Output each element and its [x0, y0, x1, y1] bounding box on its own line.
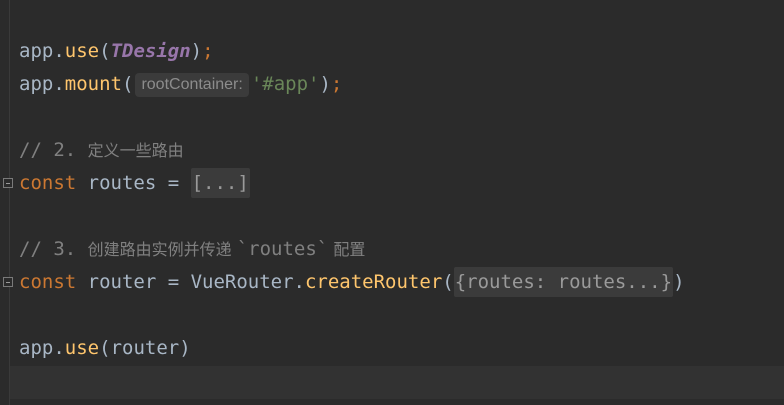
identifier-app: app	[19, 337, 54, 359]
method-use: use	[64, 40, 100, 62]
paren-open: (	[121, 73, 134, 95]
code-line-comment-3[interactable]: // 3. 创建路由实例并传递 `routes` 配置	[19, 233, 365, 266]
paren-close: )	[673, 271, 685, 293]
comment-text-end: 配置	[328, 240, 366, 259]
keyword-const: const	[19, 172, 77, 194]
dot: .	[53, 337, 65, 359]
method-use: use	[64, 337, 100, 359]
paren-open: (	[99, 337, 111, 359]
identifier-app: app	[19, 73, 54, 95]
comment-code: `routes`	[236, 238, 329, 260]
paren-close: )	[319, 73, 331, 95]
dot: .	[53, 40, 65, 62]
paren-close: )	[179, 337, 191, 359]
code-line-comment-2[interactable]: // 2. 定义一些路由	[19, 134, 184, 167]
code-line-1[interactable]: app.use(TDesign);	[19, 35, 214, 68]
code-line-2[interactable]: app.mount(rootContainer: '#app');	[19, 68, 342, 101]
paren-open: (	[99, 40, 111, 62]
parameter-hint: rootContainer:	[135, 73, 249, 97]
paren-open: (	[442, 271, 454, 293]
fold-expand-icon[interactable]	[3, 277, 13, 287]
routes-declaration: routes =	[76, 172, 191, 194]
gutter-divider	[9, 0, 10, 405]
semicolon: ;	[202, 40, 214, 62]
code-line-routes[interactable]: const routes = [...]	[19, 167, 250, 200]
comment-text: 创建路由实例并传递	[87, 240, 237, 259]
semicolon: ;	[330, 73, 343, 95]
identifier-router: router	[110, 337, 180, 359]
dot: .	[53, 73, 65, 95]
method-create-router: createRouter	[304, 271, 443, 293]
current-line-highlight	[10, 366, 784, 399]
string-app-selector: '#app'	[250, 73, 320, 95]
comment-text: 定义一些路由	[87, 141, 184, 160]
keyword-const: const	[19, 271, 77, 293]
code-line-router[interactable]: const router = VueRouter.createRouter({r…	[19, 266, 685, 299]
comment-prefix: // 3.	[19, 238, 88, 260]
paren-close: )	[190, 40, 203, 62]
fold-expand-icon[interactable]	[3, 178, 13, 188]
folded-region[interactable]: {routes: routes...}	[453, 267, 674, 297]
comment-prefix: // 2.	[19, 139, 88, 161]
router-declaration: router = VueRouter.	[76, 271, 305, 293]
code-line-use-router[interactable]: app.use(router)	[19, 332, 191, 365]
code-editor[interactable]: app.use(TDesign); app.mount(rootContaine…	[0, 0, 784, 405]
method-mount: mount	[64, 73, 122, 95]
identifier-tdesign: TDesign	[110, 40, 191, 62]
identifier-app: app	[19, 40, 54, 62]
folded-region[interactable]: [...]	[190, 168, 250, 198]
